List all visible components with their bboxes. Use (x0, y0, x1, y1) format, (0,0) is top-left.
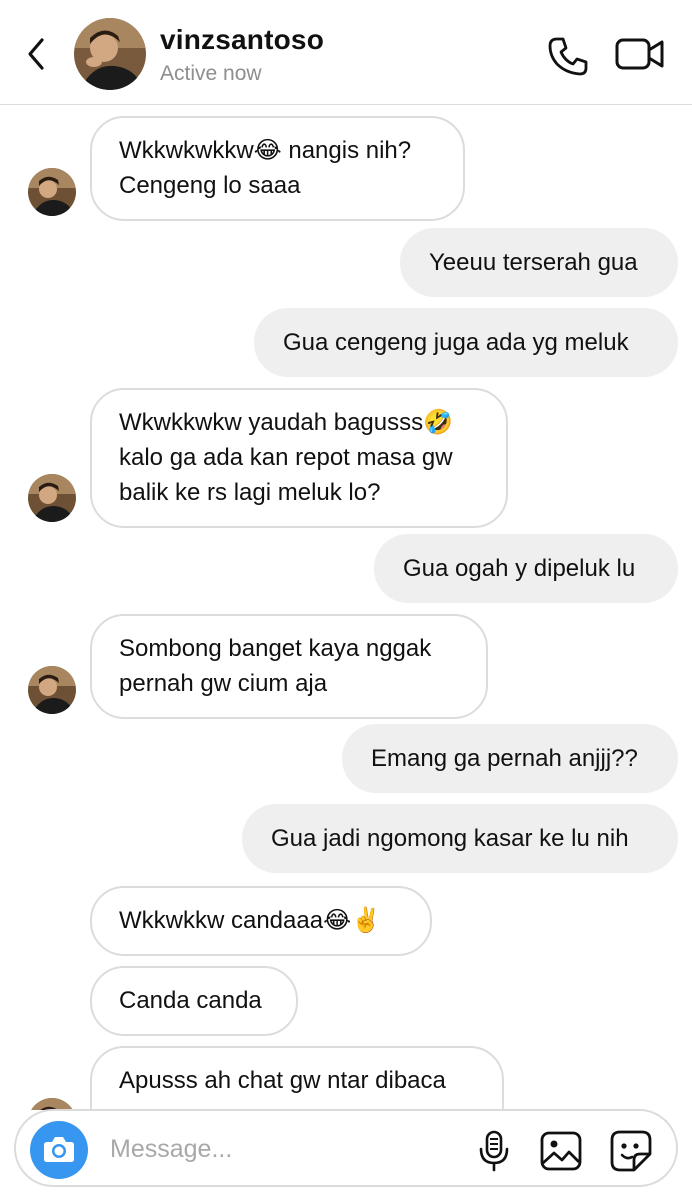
sender-avatar[interactable] (28, 666, 76, 714)
back-button[interactable] (22, 34, 54, 74)
avatar-photo-icon (28, 474, 76, 522)
video-camera-icon (615, 38, 664, 70)
message-bubble-incoming[interactable]: Wkkwkwkkw😂 nangis nih? Cengeng lo saaa (90, 116, 465, 221)
voice-message-button[interactable] (476, 1129, 512, 1173)
sender-avatar[interactable] (28, 474, 76, 522)
message-bubble-outgoing[interactable]: Emang ga pernah anjjj?? (342, 724, 678, 793)
message-input[interactable] (110, 1129, 430, 1169)
avatar-photo-icon (28, 168, 76, 216)
phone-icon (548, 37, 588, 76)
call-button[interactable] (546, 34, 590, 78)
message-bubble-outgoing[interactable]: Yeeuu terserah gua (400, 228, 678, 297)
image-icon (540, 1131, 582, 1171)
chevron-left-icon (28, 38, 44, 70)
message-bubble-incoming[interactable]: Canda canda (90, 966, 298, 1036)
message-bubble-outgoing[interactable]: Gua cengeng juga ada yg meluk (254, 308, 678, 377)
sticker-icon (610, 1130, 652, 1172)
sticker-button[interactable] (608, 1128, 654, 1174)
message-composer (14, 1109, 678, 1187)
sender-avatar[interactable] (28, 168, 76, 216)
message-bubble-outgoing[interactable]: Gua jadi ngomong kasar ke lu nih (242, 804, 678, 873)
video-call-button[interactable] (614, 34, 666, 74)
avatar-photo-icon (28, 666, 76, 714)
chat-header: vinzsantoso Active now (0, 0, 692, 105)
avatar-photo-icon (74, 18, 146, 90)
message-bubble-incoming[interactable]: Wkkwkkw candaaa😂✌️ (90, 886, 432, 956)
active-status: Active now (160, 62, 262, 85)
message-bubble-incoming[interactable]: Sombong banget kaya nggak pernah gw cium… (90, 614, 488, 719)
message-bubble-outgoing[interactable]: Gua ogah y dipeluk lu (374, 534, 678, 603)
chat-username[interactable]: vinzsantoso (160, 24, 324, 56)
microphone-icon (479, 1130, 509, 1172)
camera-icon (44, 1137, 74, 1162)
message-bubble-incoming[interactable]: Wkwkkwkw yaudah bagusss🤣 kalo ga ada kan… (90, 388, 508, 528)
message-thread[interactable]: Wkkwkwkkw😂 nangis nih? Cengeng lo saaa Y… (0, 104, 692, 1110)
gallery-button[interactable] (538, 1129, 584, 1173)
profile-avatar[interactable] (74, 18, 146, 90)
message-bubble-incoming[interactable]: Apusss ah chat gw ntar dibaca (90, 1046, 504, 1110)
camera-button[interactable] (30, 1121, 88, 1179)
